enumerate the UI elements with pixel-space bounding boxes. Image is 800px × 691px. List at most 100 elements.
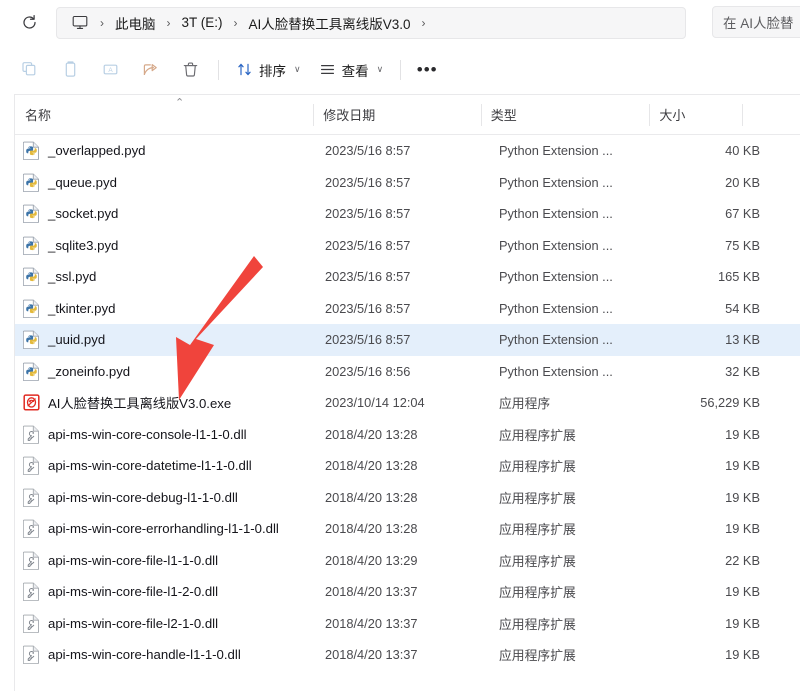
delete-icon[interactable] (170, 53, 210, 87)
view-label: 查看 (342, 60, 369, 80)
table-row[interactable]: api-ms-win-core-console-l1-1-0.dll2018/4… (15, 419, 800, 451)
file-type-cell: 应用程序扩展 (499, 488, 674, 507)
table-row[interactable]: api-ms-win-core-file-l1-2-0.dll2018/4/20… (15, 576, 800, 608)
file-name-cell[interactable]: _socket.pyd (15, 204, 325, 223)
file-name-cell[interactable]: _overlapped.pyd (15, 141, 325, 160)
dll-file-icon (23, 551, 40, 570)
column-header-spacer[interactable] (742, 95, 800, 134)
breadcrumb[interactable]: › 此电脑 › 3T (E:) › AI人脸替换工具离线版V3.0 › (56, 7, 686, 39)
file-name-cell[interactable]: api-ms-win-core-debug-l1-1-0.dll (15, 488, 325, 507)
python-extension-file-icon (23, 330, 40, 349)
search-input[interactable]: 在 AI人脸替 (712, 6, 800, 38)
python-extension-file-icon (23, 236, 40, 255)
file-date-cell: 2018/4/20 13:28 (325, 458, 499, 473)
copy-icon[interactable] (50, 53, 90, 87)
cut-icon[interactable] (10, 53, 50, 87)
table-row[interactable]: _sqlite3.pyd2023/5/16 8:57Python Extensi… (15, 230, 800, 262)
table-row[interactable]: _socket.pyd2023/5/16 8:57Python Extensio… (15, 198, 800, 230)
file-date-cell: 2018/4/20 13:28 (325, 490, 499, 505)
this-pc-monitor-icon[interactable] (69, 13, 91, 33)
file-name-cell[interactable]: api-ms-win-core-file-l1-1-0.dll (15, 551, 325, 570)
file-name-label: api-ms-win-core-file-l2-1-0.dll (48, 616, 218, 631)
sort-button[interactable]: 排序 ∨ (227, 54, 310, 86)
file-name-cell[interactable]: api-ms-win-core-file-l2-1-0.dll (15, 614, 325, 633)
file-name-label: api-ms-win-core-console-l1-1-0.dll (48, 427, 247, 442)
dll-file-icon (23, 614, 40, 633)
sort-arrows-icon (236, 61, 253, 78)
column-header-date[interactable]: 修改日期 (313, 95, 481, 134)
column-header-name-label: 名称 (25, 105, 51, 124)
file-name-cell[interactable]: api-ms-win-core-datetime-l1-1-0.dll (15, 456, 325, 475)
file-size-cell: 20 KB (674, 175, 760, 190)
file-date-cell: 2023/5/16 8:57 (325, 206, 499, 221)
file-name-label: api-ms-win-core-handle-l1-1-0.dll (48, 647, 241, 662)
file-type-cell: Python Extension ... (499, 364, 674, 379)
copy-icon-glyph (61, 60, 80, 79)
table-row[interactable]: _ssl.pyd2023/5/16 8:57Python Extension .… (15, 261, 800, 293)
column-header-size-label: 大小 (659, 105, 685, 124)
file-name-cell[interactable]: _queue.pyd (15, 173, 325, 192)
dll-file-icon (23, 425, 40, 444)
table-row[interactable]: api-ms-win-core-handle-l1-1-0.dll 2018/4/… (15, 639, 800, 671)
python-extension-file-icon (23, 141, 40, 160)
view-button[interactable]: 查看 ∨ (310, 54, 393, 86)
file-name-cell[interactable]: api-ms-win-core-errorhandling-l1-1-0.dll (15, 519, 325, 538)
share-icon[interactable] (130, 53, 170, 87)
refresh-icon[interactable] (12, 8, 46, 38)
dll-file-icon (23, 645, 40, 664)
file-type-cell: 应用程序扩展 (499, 519, 674, 538)
breadcrumb-chevron-3[interactable]: › (413, 17, 435, 29)
rename-icon[interactable]: A (90, 53, 130, 87)
file-name-cell[interactable]: _zoneinfo.pyd (15, 362, 325, 381)
address-bar: › 此电脑 › 3T (E:) › AI人脸替换工具离线版V3.0 › 在 AI… (0, 0, 800, 45)
table-row[interactable]: _queue.pyd2023/5/16 8:57Python Extension… (15, 167, 800, 199)
table-row[interactable]: _tkinter.pyd2023/5/16 8:57Python Extensi… (15, 293, 800, 325)
column-header-type[interactable]: 类型 (481, 95, 650, 134)
file-size-cell: 22 KB (674, 553, 760, 568)
breadcrumb-item-0[interactable]: 此电脑 (113, 13, 158, 33)
file-list-panel: 名称 ⌃ 修改日期 类型 大小 _overlapped.pyd2023/5/16… (14, 94, 800, 691)
file-size-cell: 19 KB (674, 647, 760, 662)
refresh-icon-glyph (21, 14, 38, 31)
file-name-cell[interactable]: _uuid.pyd (15, 330, 325, 349)
file-date-cell: 2023/10/14 12:04 (325, 395, 499, 410)
more-options-button[interactable]: ••• (409, 54, 445, 86)
file-name-cell[interactable]: _tkinter.pyd (15, 299, 325, 318)
breadcrumb-item-1[interactable]: 3T (E:) (180, 15, 225, 30)
file-size-cell: 32 KB (674, 364, 760, 379)
file-name-cell[interactable]: api-ms-win-core-console-l1-1-0.dll (15, 425, 325, 444)
application-exe-red-icon (23, 393, 40, 412)
file-name-cell[interactable]: _sqlite3.pyd (15, 236, 325, 255)
table-row[interactable]: api-ms-win-core-datetime-l1-1-0.dll2018/… (15, 450, 800, 482)
file-name-cell[interactable]: api-ms-win-core-file-l1-2-0.dll (15, 582, 325, 601)
column-header-row: 名称 ⌃ 修改日期 类型 大小 (15, 95, 800, 135)
monitor-icon-glyph (72, 15, 88, 30)
table-row[interactable]: api-ms-win-core-file-l2-1-0.dll2018/4/20… (15, 608, 800, 640)
rename-icon-glyph: A (101, 60, 120, 79)
file-type-cell: 应用程序扩展 (499, 425, 674, 444)
table-row[interactable]: api-ms-win-core-errorhandling-l1-1-0.dll… (15, 513, 800, 545)
breadcrumb-chevron-1: › (158, 17, 180, 29)
chevron-down-icon-2: ∨ (377, 64, 384, 75)
breadcrumb-item-2[interactable]: AI人脸替换工具离线版V3.0 (247, 13, 413, 33)
file-date-cell: 2018/4/20 13:37 (325, 647, 499, 662)
table-row[interactable]: _zoneinfo.pyd2023/5/16 8:56Python Extens… (15, 356, 800, 388)
dll-file-icon (23, 488, 40, 507)
dll-file-icon (23, 582, 40, 601)
hamburger-list-icon (319, 61, 336, 78)
file-size-cell: 56,229 KB (674, 395, 760, 410)
table-row[interactable]: AI人脸替换工具离线版V3.0.exe2023/10/14 12:04应用程序5… (15, 387, 800, 419)
file-name-cell[interactable]: _ssl.pyd (15, 267, 325, 286)
table-row[interactable]: _overlapped.pyd2023/5/16 8:57Python Exte… (15, 135, 800, 167)
column-header-size[interactable]: 大小 (649, 95, 742, 134)
column-header-name[interactable]: 名称 ⌃ (15, 95, 313, 134)
file-name-cell[interactable]: api-ms-win-core-handle-l1-1-0.dll (15, 645, 325, 664)
table-row[interactable]: _uuid.pyd2023/5/16 8:57Python Extension … (15, 324, 800, 356)
table-row[interactable]: api-ms-win-core-file-l1-1-0.dll2018/4/20… (15, 545, 800, 577)
python-extension-file-icon (23, 173, 40, 192)
toolbar-divider-1 (218, 60, 219, 80)
sort-ascending-indicator: ⌃ (175, 98, 184, 109)
table-row[interactable]: api-ms-win-core-debug-l1-1-0.dll2018/4/2… (15, 482, 800, 514)
file-name-label: api-ms-win-core-file-l1-2-0.dll (48, 584, 218, 599)
file-name-cell[interactable]: AI人脸替换工具离线版V3.0.exe (15, 393, 325, 412)
